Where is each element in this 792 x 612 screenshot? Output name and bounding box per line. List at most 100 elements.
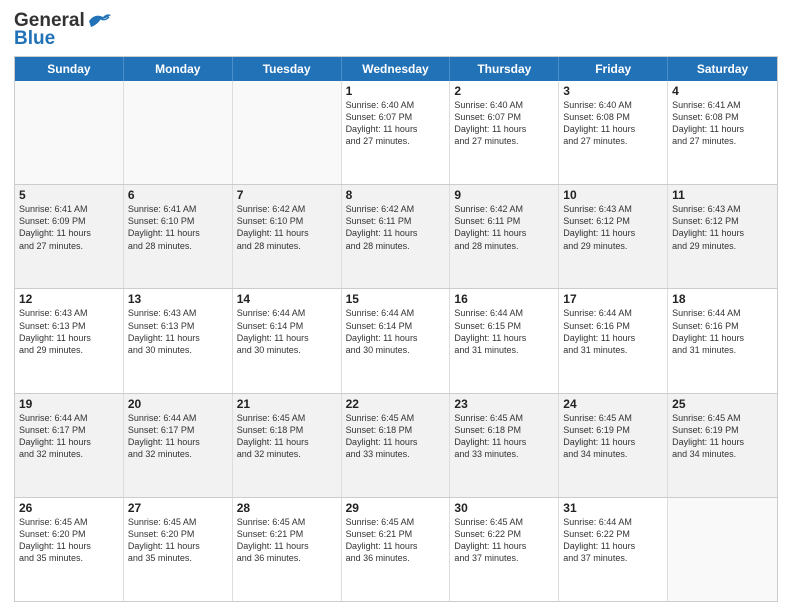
calendar-day-6: 6Sunrise: 6:41 AM Sunset: 6:10 PM Daylig… [124,185,233,288]
day-number: 3 [563,84,663,98]
calendar-body: 1Sunrise: 6:40 AM Sunset: 6:07 PM Daylig… [15,81,777,601]
day-info: Sunrise: 6:43 AM Sunset: 6:12 PM Dayligh… [672,203,773,252]
day-info: Sunrise: 6:44 AM Sunset: 6:16 PM Dayligh… [672,307,773,356]
calendar-day-21: 21Sunrise: 6:45 AM Sunset: 6:18 PM Dayli… [233,394,342,497]
day-info: Sunrise: 6:44 AM Sunset: 6:16 PM Dayligh… [563,307,663,356]
day-number: 14 [237,292,337,306]
calendar-day-20: 20Sunrise: 6:44 AM Sunset: 6:17 PM Dayli… [124,394,233,497]
day-info: Sunrise: 6:41 AM Sunset: 6:10 PM Dayligh… [128,203,228,252]
calendar-day-14: 14Sunrise: 6:44 AM Sunset: 6:14 PM Dayli… [233,289,342,392]
calendar-day-24: 24Sunrise: 6:45 AM Sunset: 6:19 PM Dayli… [559,394,668,497]
day-info: Sunrise: 6:45 AM Sunset: 6:19 PM Dayligh… [672,412,773,461]
day-number: 27 [128,501,228,515]
day-number: 8 [346,188,446,202]
day-number: 25 [672,397,773,411]
calendar-day-5: 5Sunrise: 6:41 AM Sunset: 6:09 PM Daylig… [15,185,124,288]
calendar-day-26: 26Sunrise: 6:45 AM Sunset: 6:20 PM Dayli… [15,498,124,601]
calendar-day-12: 12Sunrise: 6:43 AM Sunset: 6:13 PM Dayli… [15,289,124,392]
calendar-day-11: 11Sunrise: 6:43 AM Sunset: 6:12 PM Dayli… [668,185,777,288]
calendar-day-30: 30Sunrise: 6:45 AM Sunset: 6:22 PM Dayli… [450,498,559,601]
calendar-day-28: 28Sunrise: 6:45 AM Sunset: 6:21 PM Dayli… [233,498,342,601]
calendar-week-5: 26 Sunrise: 6:45 AM Sunset: 6:20 PM Dayli… [15,497,777,601]
day-info: Sunrise: 6:45 AM Sunset: 6:18 PM Dayligh… [237,412,337,461]
day-header-saturday: Saturday [668,57,777,81]
day-info: Sunrise: 6:43 AM Sunset: 6:13 PM Dayligh… [128,307,228,356]
calendar-day-31: 31Sunrise: 6:44 AM Sunset: 6:22 PM Dayli… [559,498,668,601]
day-number: 30 [454,501,554,515]
day-number: 9 [454,188,554,202]
day-header-sunday: Sunday [15,57,124,81]
calendar-day-empty [233,81,342,184]
day-number: 23 [454,397,554,411]
day-header-thursday: Thursday [450,57,559,81]
calendar-day-22: 22Sunrise: 6:45 AM Sunset: 6:18 PM Dayli… [342,394,451,497]
calendar-day-empty [668,498,777,601]
calendar-day-23: 23Sunrise: 6:45 AM Sunset: 6:18 PM Dayli… [450,394,559,497]
day-info: Sunrise: 6:44 AM Sunset: 6:14 PM Dayligh… [237,307,337,356]
day-info: Sunrise: 6:45 AM Sunset: 6:20 PM Dayligh… [128,516,228,565]
day-number: 29 [346,501,446,515]
calendar-day-29: 29Sunrise: 6:45 AM Sunset: 6:21 PM Dayli… [342,498,451,601]
calendar-day-empty [15,81,124,184]
logo-bird-icon [87,11,113,31]
day-info: Sunrise: 6:44 AM Sunset: 6:22 PM Dayligh… [563,516,663,565]
calendar-day-15: 15Sunrise: 6:44 AM Sunset: 6:14 PM Dayli… [342,289,451,392]
day-number: 24 [563,397,663,411]
calendar-day-3: 3Sunrise: 6:40 AM Sunset: 6:08 PM Daylig… [559,81,668,184]
day-info: Sunrise: 6:45 AM Sunset: 6:21 PM Dayligh… [237,516,337,565]
day-number: 19 [19,397,119,411]
day-number: 16 [454,292,554,306]
day-number: 1 [346,84,446,98]
day-number: 17 [563,292,663,306]
calendar-day-16: 16Sunrise: 6:44 AM Sunset: 6:15 PM Dayli… [450,289,559,392]
day-header-monday: Monday [124,57,233,81]
calendar-day-1: 1Sunrise: 6:40 AM Sunset: 6:07 PM Daylig… [342,81,451,184]
day-number: 28 [237,501,337,515]
calendar-day-17: 17Sunrise: 6:44 AM Sunset: 6:16 PM Dayli… [559,289,668,392]
day-number: 21 [237,397,337,411]
calendar-week-3: 12Sunrise: 6:43 AM Sunset: 6:13 PM Dayli… [15,288,777,392]
day-number: 15 [346,292,446,306]
calendar-day-19: 19Sunrise: 6:44 AM Sunset: 6:17 PM Dayli… [15,394,124,497]
calendar-day-7: 7Sunrise: 6:42 AM Sunset: 6:10 PM Daylig… [233,185,342,288]
day-number: 6 [128,188,228,202]
day-number: 20 [128,397,228,411]
day-number: 5 [19,188,119,202]
calendar-day-18: 18Sunrise: 6:44 AM Sunset: 6:16 PM Dayli… [668,289,777,392]
day-info: Sunrise: 6:40 AM Sunset: 6:07 PM Dayligh… [454,99,554,148]
day-number: 31 [563,501,663,515]
calendar-week-2: 5Sunrise: 6:41 AM Sunset: 6:09 PM Daylig… [15,184,777,288]
calendar-day-10: 10Sunrise: 6:43 AM Sunset: 6:12 PM Dayli… [559,185,668,288]
day-header-tuesday: Tuesday [233,57,342,81]
day-number: 4 [672,84,773,98]
calendar-week-4: 19Sunrise: 6:44 AM Sunset: 6:17 PM Dayli… [15,393,777,497]
day-number: 26 [19,501,119,515]
day-info: Sunrise: 6:45 AM Sunset: 6:18 PM Dayligh… [346,412,446,461]
day-info: Sunrise: 6:43 AM Sunset: 6:13 PM Dayligh… [19,307,119,356]
day-info: Sunrise: 6:45 AM Sunset: 6:18 PM Dayligh… [454,412,554,461]
day-number: 11 [672,188,773,202]
day-info: Sunrise: 6:45 AM Sunset: 6:19 PM Dayligh… [563,412,663,461]
day-info: Sunrise: 6:41 AM Sunset: 6:08 PM Dayligh… [672,99,773,148]
calendar-day-8: 8Sunrise: 6:42 AM Sunset: 6:11 PM Daylig… [342,185,451,288]
day-info: Sunrise: 6:45 AM Sunset: 6:21 PM Dayligh… [346,516,446,565]
calendar-day-9: 9Sunrise: 6:42 AM Sunset: 6:11 PM Daylig… [450,185,559,288]
calendar-day-27: 27Sunrise: 6:45 AM Sunset: 6:20 PM Dayli… [124,498,233,601]
calendar-day-4: 4Sunrise: 6:41 AM Sunset: 6:08 PM Daylig… [668,81,777,184]
day-info: Sunrise: 6:41 AM Sunset: 6:09 PM Dayligh… [19,203,119,252]
day-number: 2 [454,84,554,98]
calendar-day-25: 25Sunrise: 6:45 AM Sunset: 6:19 PM Dayli… [668,394,777,497]
day-number: 18 [672,292,773,306]
header: General Blue [14,10,778,50]
calendar-day-2: 2Sunrise: 6:40 AM Sunset: 6:07 PM Daylig… [450,81,559,184]
logo: General Blue [14,10,113,50]
calendar-week-1: 1Sunrise: 6:40 AM Sunset: 6:07 PM Daylig… [15,81,777,184]
day-number: 10 [563,188,663,202]
day-number: 7 [237,188,337,202]
day-info: Sunrise: 6:40 AM Sunset: 6:07 PM Dayligh… [346,99,446,148]
day-info: Sunrise: 6:44 AM Sunset: 6:17 PM Dayligh… [19,412,119,461]
calendar-day-empty [124,81,233,184]
day-info: Sunrise: 6:45 AM Sunset: 6:22 PM Dayligh… [454,516,554,565]
day-info: Sunrise: 6:44 AM Sunset: 6:14 PM Dayligh… [346,307,446,356]
day-number: 22 [346,397,446,411]
